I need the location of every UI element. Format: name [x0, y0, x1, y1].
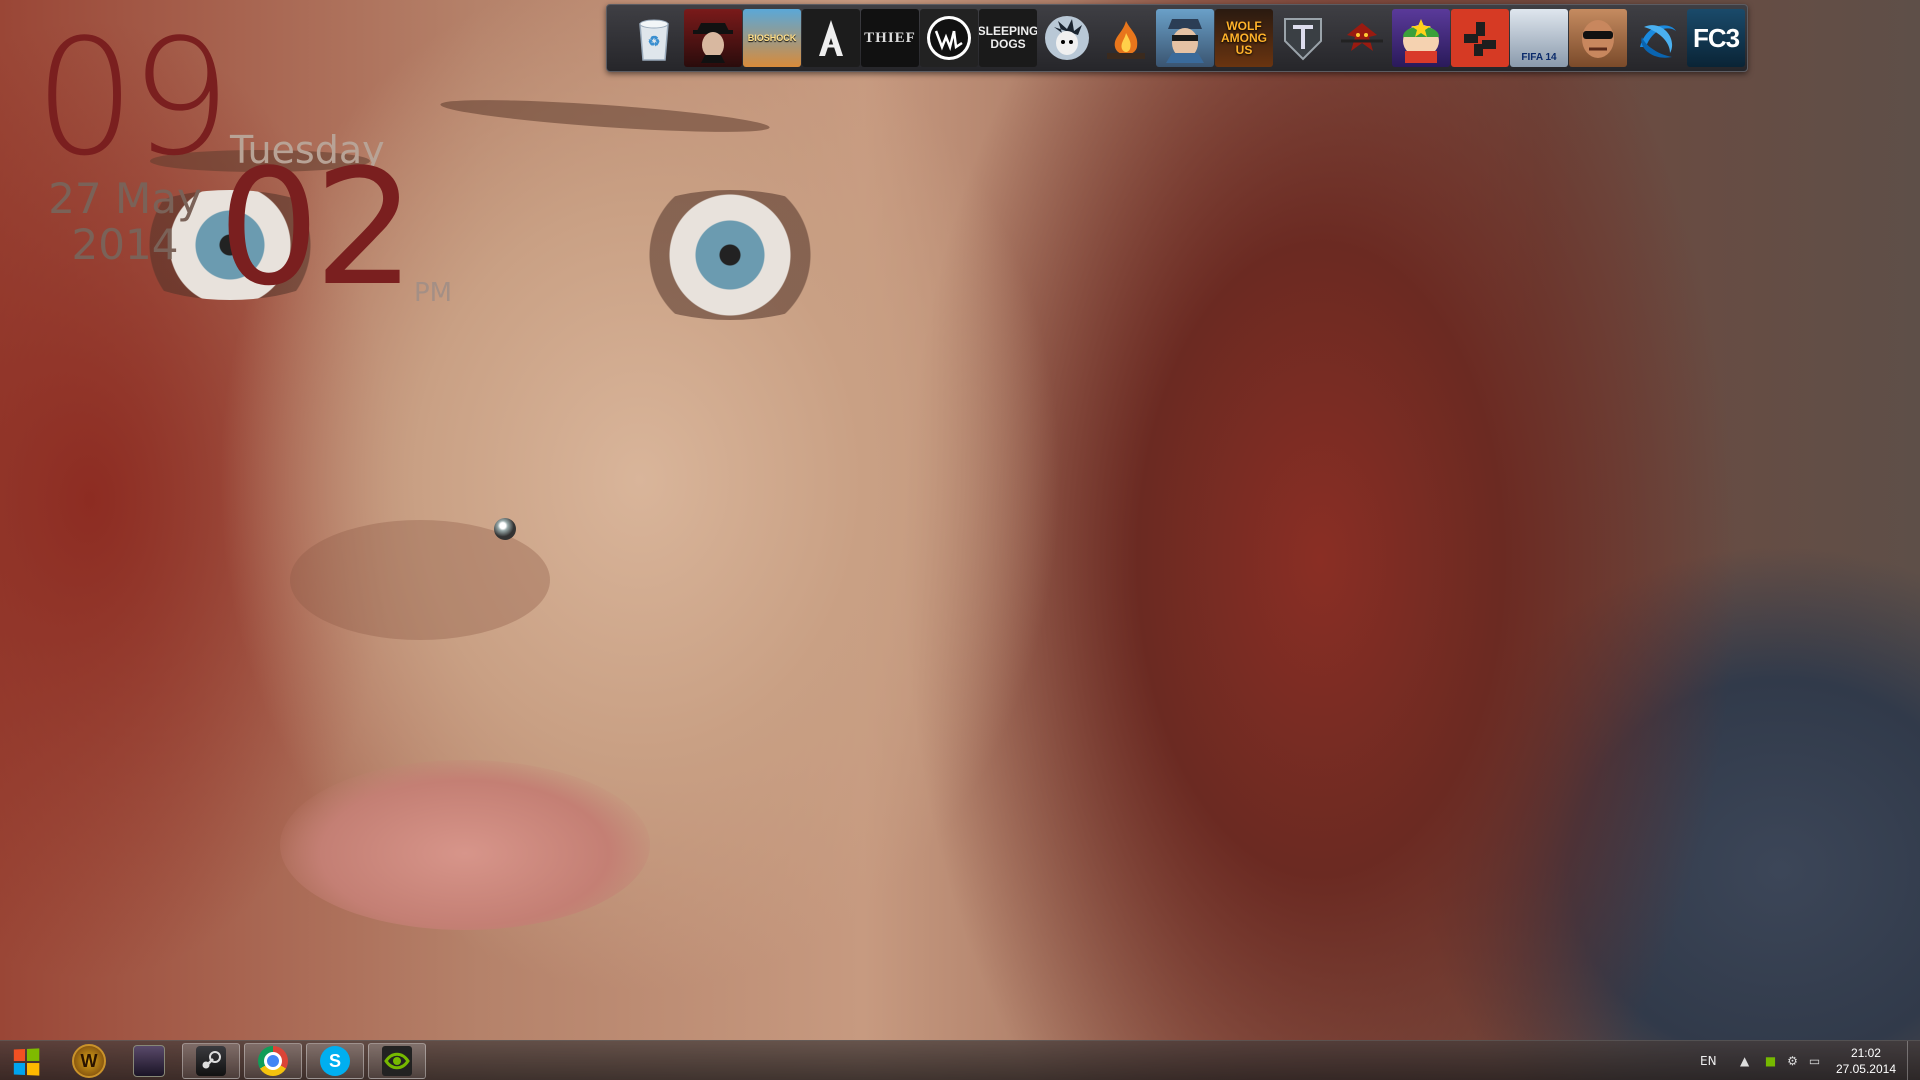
clock-date: 27 May 2014: [40, 176, 210, 268]
clock-minute: 02: [218, 134, 416, 321]
assassins-creed-icon[interactable]: [802, 9, 860, 67]
taskbar-button-chrome[interactable]: [244, 1043, 302, 1079]
battlenet-icon[interactable]: [1628, 9, 1686, 67]
thief-label: THIEF: [864, 29, 916, 46]
bioshock-label: BIOSHOCK: [747, 32, 797, 43]
show-hidden-icons-icon[interactable]: ▲: [1737, 1053, 1753, 1069]
steam-tray-icon[interactable]: ⚙: [1785, 1053, 1801, 1069]
game-launcher-icon: [133, 1045, 165, 1077]
world-of-tanks-icon[interactable]: [1274, 9, 1332, 67]
clock-ampm: PM: [414, 278, 453, 308]
taskbar-clock[interactable]: 21:02 27.05.2014: [1836, 1045, 1896, 1077]
system-tray: EN ▲ ■ ⚙ ▭: [1700, 1041, 1823, 1080]
game-dock: ♻ BIOSHOCK THIEF SLEEPING DOGS WOLF AMON…: [606, 4, 1748, 72]
start-button[interactable]: [6, 1047, 46, 1077]
wallpaper-detail: [494, 518, 516, 540]
rust-icon[interactable]: [1451, 9, 1509, 67]
taskbar-button-game-launcher[interactable]: [120, 1043, 178, 1079]
wallpaper-detail: [280, 760, 650, 930]
dont-starve-icon[interactable]: [1038, 9, 1096, 67]
language-indicator[interactable]: EN: [1700, 1054, 1717, 1068]
thief-icon[interactable]: THIEF: [861, 9, 919, 67]
wolf-among-us-label: WOLF AMONG US: [1221, 19, 1267, 57]
bioshock-icon[interactable]: BIOSHOCK: [743, 9, 801, 67]
clock-hour: 09: [34, 4, 232, 191]
sleeping-dogs-icon[interactable]: SLEEPING DOGS: [979, 9, 1037, 67]
taskbar-button-nvidia[interactable]: [368, 1043, 426, 1079]
skype-glyph: S: [328, 1050, 341, 1071]
show-desktop-button[interactable]: [1907, 1041, 1920, 1080]
fifa-icon[interactable]: FIFA 14: [1510, 9, 1568, 67]
sleeping-dogs-label: SLEEPING DOGS: [979, 24, 1037, 51]
taskbar-time: 21:02: [1850, 1046, 1881, 1060]
windows-logo-icon: [13, 1048, 40, 1076]
skype-icon: S: [320, 1046, 350, 1076]
far-cry-3-label: FC3: [1692, 22, 1740, 53]
taskbar-button-wow[interactable]: W: [60, 1043, 118, 1079]
mafia-icon[interactable]: [684, 9, 742, 67]
fifa-label: FIFA 14: [1521, 52, 1557, 63]
clock-date-year: 2014: [71, 220, 179, 269]
watch-dogs-icon[interactable]: [920, 9, 978, 67]
taskbar-date: 27.05.2014: [1835, 1062, 1896, 1076]
clock-date-day-month: 27 May: [48, 174, 202, 223]
nvidia-icon: [382, 1046, 412, 1076]
recycle-bin-icon[interactable]: ♻: [625, 9, 683, 67]
chrome-icon: [258, 1046, 288, 1076]
wolf-among-us-icon[interactable]: WOLF AMONG US: [1215, 9, 1273, 67]
wow-icon: W: [72, 1044, 106, 1078]
wow-glyph: W: [80, 1050, 98, 1071]
taskbar-button-steam[interactable]: [182, 1043, 240, 1079]
south-park-icon[interactable]: [1392, 9, 1450, 67]
taskbar: W S EN ▲ ■ ⚙ ▭ 21:02 27.05.2014: [0, 1040, 1920, 1080]
network-icon[interactable]: ▭: [1807, 1053, 1823, 1069]
svg-text:♻: ♻: [648, 33, 661, 49]
borderlands-icon[interactable]: [1156, 9, 1214, 67]
gta-icon[interactable]: [1569, 9, 1627, 67]
desktop: 09 Tuesday 27 May 2014 02 PM ♻ BIOSHOCK …: [0, 0, 1920, 1080]
far-cry-3-icon[interactable]: FC3: [1687, 9, 1745, 67]
steam-icon: [196, 1046, 226, 1076]
wallpaper-detail: [439, 93, 771, 139]
dark-souls-icon[interactable]: [1097, 9, 1155, 67]
witcher-icon[interactable]: [1333, 9, 1391, 67]
nvidia-tray-icon[interactable]: ■: [1763, 1053, 1779, 1069]
wallpaper-detail: [600, 190, 860, 320]
taskbar-button-skype[interactable]: S: [306, 1043, 364, 1079]
